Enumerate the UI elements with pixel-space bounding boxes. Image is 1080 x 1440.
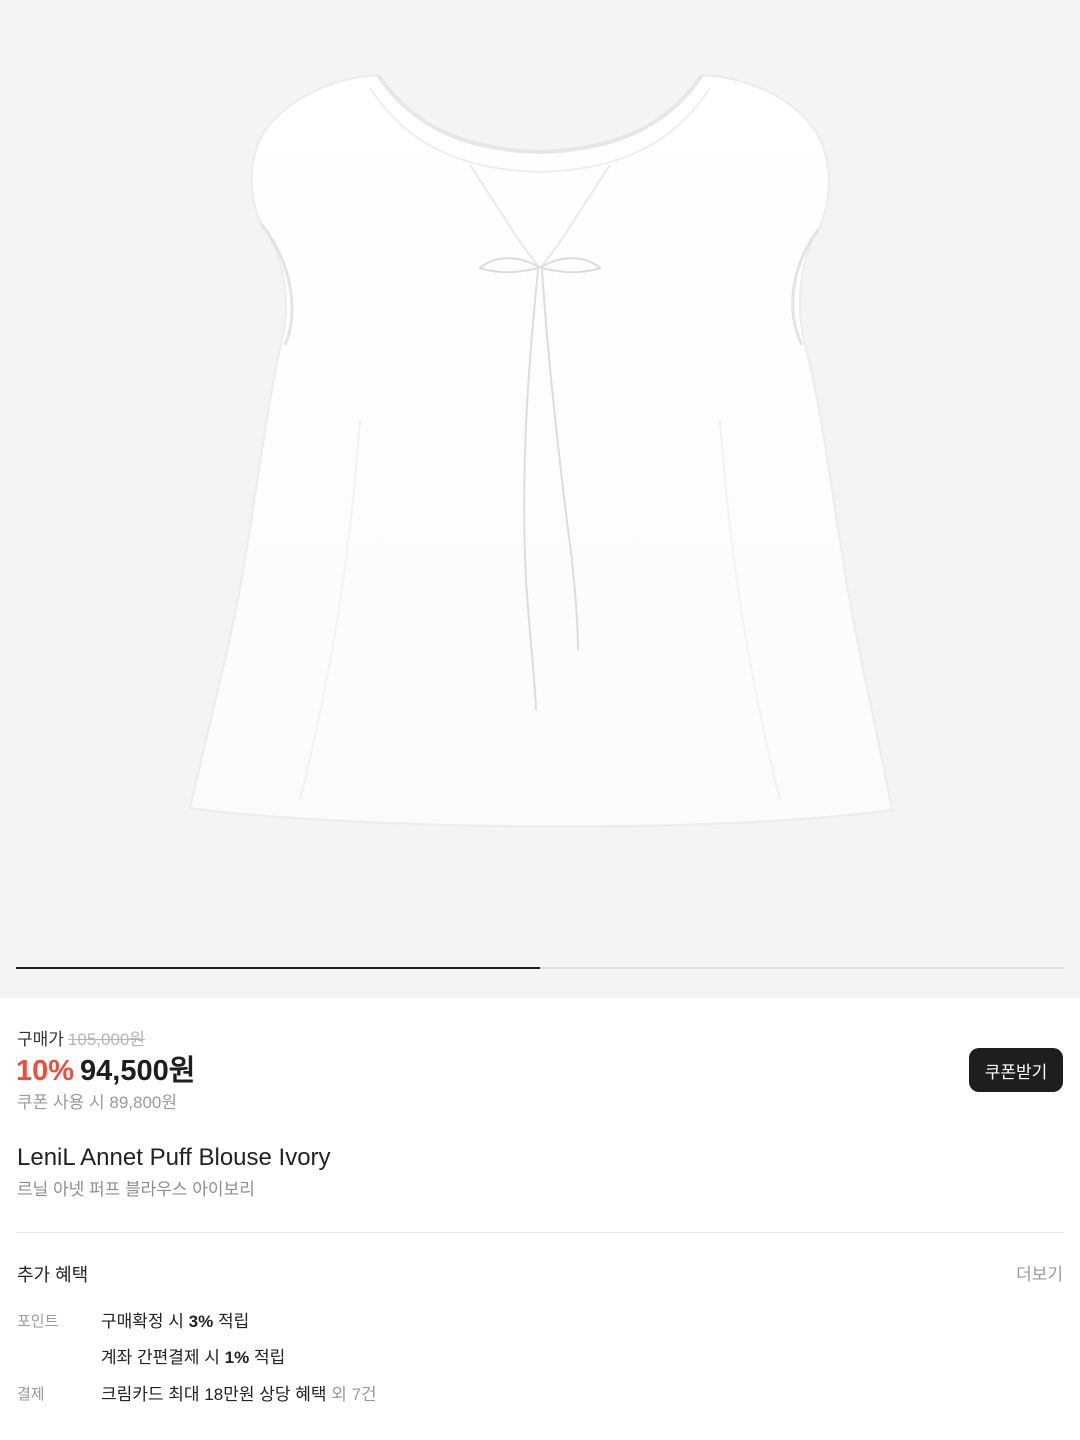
point-benefit-2-text: 계좌 간편결제 시: [101, 1348, 225, 1367]
point-label: 포인트: [17, 1313, 59, 1330]
coupon-download-button[interactable]: 쿠폰받기: [969, 1048, 1063, 1092]
product-name-ko: 르닐 아넷 퍼프 블라우스 아이보리: [17, 1180, 255, 1199]
product-gallery[interactable]: [0, 0, 1080, 998]
point-benefit-1: 구매확정 시 3% 적립: [101, 1312, 249, 1332]
product-image: [188, 73, 894, 828]
benefits-more-link[interactable]: 더보기: [1016, 1264, 1063, 1286]
payment-benefit-1-count: 외 7건: [326, 1385, 377, 1404]
sale-price-row: 10% 94,500원: [16, 1053, 195, 1089]
payment-benefit-1: 크림카드 최대 18만원 상당 혜택 외 7건: [101, 1385, 377, 1405]
original-price: 105,000원: [67, 1030, 146, 1049]
point-benefit-2-rate: 1%: [224, 1348, 250, 1367]
gallery-progress-bar: [16, 967, 1064, 969]
benefits-title: 추가 혜택: [17, 1265, 89, 1285]
product-name-en: LeniL Annet Puff Blouse Ivory: [17, 1144, 331, 1171]
original-price-row: 구매가 105,000원: [17, 1030, 145, 1050]
price-label: 구매가: [17, 1030, 64, 1049]
coupon-price: 쿠폰 사용 시 89,800원: [17, 1093, 178, 1112]
gallery-progress-fill: [16, 967, 540, 969]
payment-benefit-1-text: 크림카드 최대 18만원 상당 혜택: [101, 1385, 327, 1404]
payment-label: 결제: [17, 1386, 45, 1403]
divider: [16, 1232, 1064, 1233]
sale-price: 94,500원: [80, 1055, 196, 1087]
point-benefit-1-suffix: 적립: [213, 1312, 250, 1331]
point-benefit-1-rate: 3%: [188, 1312, 214, 1331]
discount-rate: 10%: [16, 1055, 75, 1087]
point-benefit-1-text: 구매확정 시: [101, 1312, 189, 1331]
point-benefit-2: 계좌 간편결제 시 1% 적립: [101, 1348, 285, 1368]
point-benefit-2-suffix: 적립: [249, 1348, 286, 1367]
